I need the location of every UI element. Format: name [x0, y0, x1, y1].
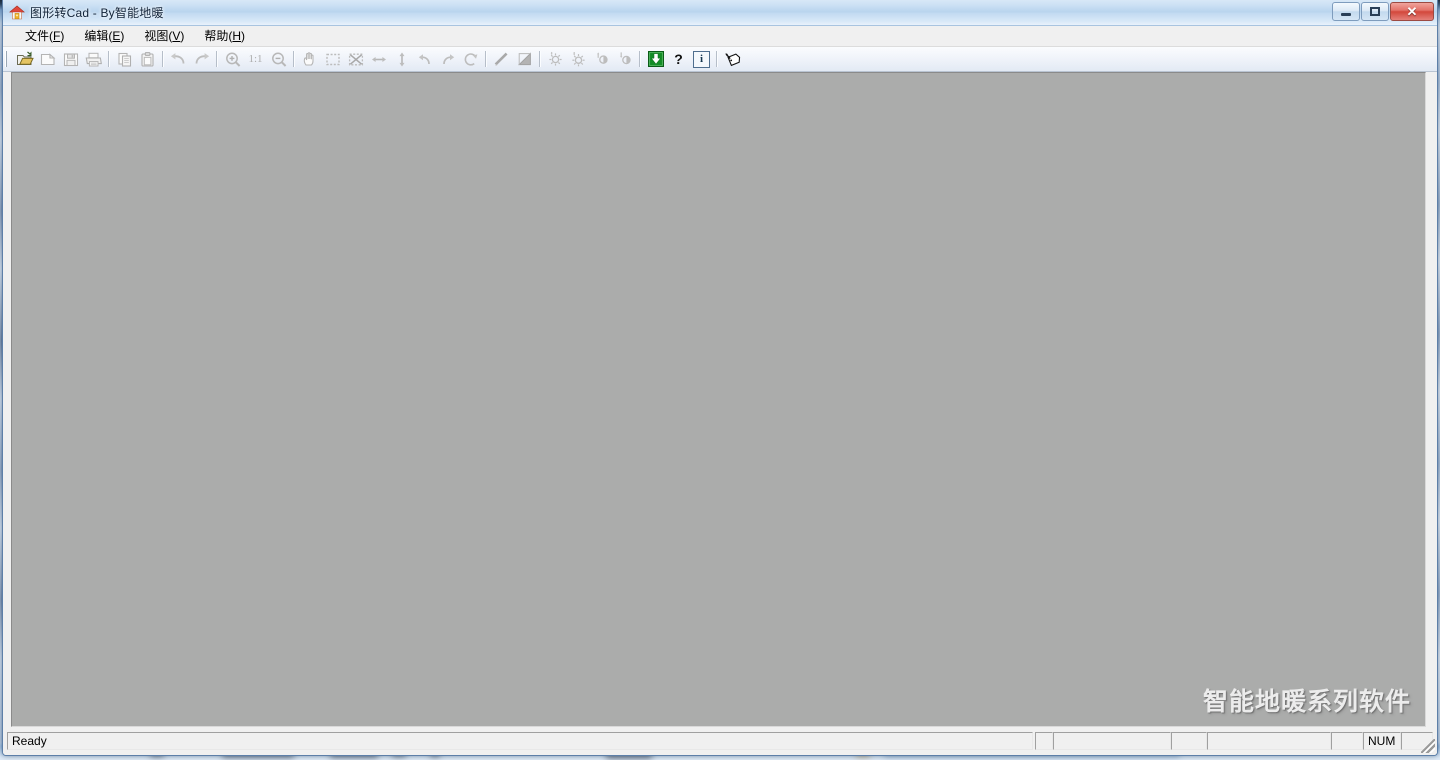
status-pane-2 — [1053, 732, 1171, 750]
status-pane-4 — [1207, 732, 1331, 750]
info-icon: i — [693, 50, 710, 68]
maximize-button[interactable] — [1361, 2, 1389, 21]
rotate-reset-button[interactable] — [459, 48, 482, 70]
undo-button[interactable] — [167, 48, 190, 70]
window-title: 图形转Cad - By智能地暖 — [30, 6, 164, 20]
drawing-canvas[interactable] — [12, 73, 1425, 726]
maximize-icon — [1370, 7, 1380, 16]
separator-1 — [105, 50, 113, 68]
flip-vertical-button[interactable] — [390, 48, 413, 70]
triangle-fill-button[interactable] — [513, 48, 536, 70]
menu-edit-label: 编辑( — [84, 29, 113, 43]
house-icon — [9, 5, 25, 21]
menu-help-paren: ) — [241, 29, 246, 43]
separator-5 — [482, 50, 490, 68]
select-region-button[interactable] — [321, 48, 344, 70]
separator-6 — [536, 50, 544, 68]
redo-button[interactable] — [190, 48, 213, 70]
print-button[interactable] — [82, 48, 105, 70]
save-button[interactable] — [59, 48, 82, 70]
tag-tool-button[interactable] — [721, 48, 744, 70]
contrast-down-button[interactable] — [613, 48, 636, 70]
brightness-up-button[interactable] — [544, 48, 567, 70]
zoom-actual-button[interactable]: 1:1 — [244, 48, 267, 70]
zoom-out-button[interactable] — [267, 48, 290, 70]
one-to-one-icon: 1:1 — [248, 53, 263, 65]
canvas-watermark: 智能地暖系列软件 — [1202, 688, 1411, 716]
separator-2 — [159, 50, 167, 68]
separator-8 — [713, 50, 721, 68]
separator-7 — [636, 50, 644, 68]
status-pane-5 — [1331, 732, 1363, 750]
close-icon: ✕ — [1406, 4, 1418, 19]
brightness-down-button[interactable] — [567, 48, 590, 70]
export-cad-button[interactable] — [644, 48, 667, 70]
menu-view-label: 视图( — [144, 29, 173, 43]
status-message: Ready — [7, 732, 1033, 750]
menu-bar: 文件(F) 编辑(E) 视图(V) 帮助(H) — [3, 26, 1437, 47]
menu-help[interactable]: 帮助(H) — [194, 25, 255, 47]
menu-file[interactable]: 文件(F) — [15, 25, 74, 47]
drawing-client-area: 智能地暖系列软件 — [11, 72, 1426, 727]
status-pane-num: NUM — [1363, 732, 1401, 750]
question-mark-icon: ? — [674, 51, 683, 67]
application-window: 图形转Cad - By智能地暖 ✕ 文件(F) 编辑(E) 视图(V) 帮助(H… — [2, 0, 1438, 756]
menu-edit[interactable]: 编辑(E) — [74, 25, 134, 47]
toolbar-drag-handle[interactable] — [5, 51, 8, 67]
menu-view-paren: ) — [180, 29, 185, 43]
menu-file-paren: ) — [60, 29, 65, 43]
contrast-up-button[interactable] — [590, 48, 613, 70]
minimize-icon — [1341, 13, 1351, 16]
new-shape-button[interactable] — [36, 48, 59, 70]
separator-4 — [290, 50, 298, 68]
menu-help-accel: H — [232, 29, 242, 43]
menu-help-label: 帮助( — [204, 29, 233, 43]
rotate-left-button[interactable] — [413, 48, 436, 70]
main-toolbar: 1:1 ? i — [3, 47, 1437, 72]
zoom-in-button[interactable] — [221, 48, 244, 70]
flip-horizontal-button[interactable] — [367, 48, 390, 70]
about-button[interactable]: i — [690, 48, 713, 70]
close-button[interactable]: ✕ — [1390, 2, 1434, 21]
copy-button[interactable] — [113, 48, 136, 70]
window-resize-grip[interactable] — [1421, 739, 1435, 753]
menu-view[interactable]: 视图(V) — [134, 25, 194, 47]
status-pane-1 — [1035, 732, 1053, 750]
menu-file-label: 文件( — [25, 29, 53, 43]
diagonal-fill-button[interactable] — [490, 48, 513, 70]
paste-button[interactable] — [136, 48, 159, 70]
status-bar: Ready NUM — [3, 727, 1437, 755]
separator-3 — [213, 50, 221, 68]
window-controls: ✕ — [1332, 2, 1434, 21]
minimize-button[interactable] — [1332, 2, 1360, 21]
rotate-right-button[interactable] — [436, 48, 459, 70]
title-bar[interactable]: 图形转Cad - By智能地暖 ✕ — [3, 0, 1437, 26]
open-file-button[interactable] — [13, 48, 36, 70]
status-pane-3 — [1171, 732, 1207, 750]
menu-edit-paren: ) — [120, 29, 125, 43]
help-button[interactable]: ? — [667, 48, 690, 70]
clear-select-button[interactable] — [344, 48, 367, 70]
pan-button[interactable] — [298, 48, 321, 70]
